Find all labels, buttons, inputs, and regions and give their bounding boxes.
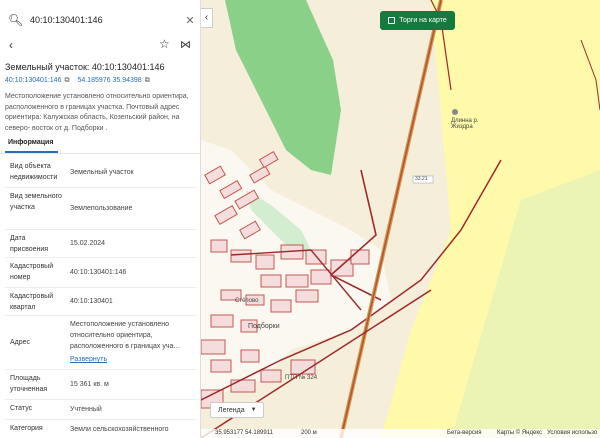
info-value: 40:10:130401 (70, 298, 113, 305)
info-value: Учтенный (70, 406, 102, 413)
info-panel: 🔍︎ ✕ ‹ ☆ ⋈ Земельный участок: 40:10:1304… (0, 0, 201, 438)
address-text: Местоположение установлено относительно … (70, 321, 181, 350)
expand-link[interactable]: Развернуть (70, 354, 107, 365)
village2-label: Стёпово (235, 298, 259, 304)
map-footer: 35.953177 54.189911 200 м Бета-версия Ка… (201, 429, 600, 438)
info-value: 15.02.2024 (70, 240, 106, 247)
legend-button[interactable]: Легенда ▼ (210, 402, 264, 418)
map-area[interactable]: Подборки Стёпово Длинна р. Жиздра 33.21 … (201, 0, 600, 438)
info-key: Вид земельного участка (10, 193, 62, 211)
info-row: Дата присвоения 15.02.2024 (5, 230, 197, 258)
back-icon[interactable]: ‹ (9, 38, 13, 52)
info-value: Местоположение установлено относительно … (65, 316, 197, 369)
tab-info[interactable]: Информация (8, 139, 53, 146)
torgi-label: Торги на карте (399, 17, 447, 24)
info-row: Кадастровый квартал 40:10:130401 (5, 288, 197, 316)
coords-link[interactable]: 54.185976 35.94398 (77, 77, 141, 84)
clear-icon[interactable]: ✕ (182, 14, 198, 27)
info-key: Адрес (10, 339, 31, 346)
tab-divider (0, 153, 200, 154)
legend-label: Легенда (218, 406, 245, 414)
info-value: Земельный участок (70, 169, 134, 176)
share-icon[interactable]: ⋈ (180, 38, 191, 51)
copy-coords-icon[interactable]: ⧉ (145, 77, 150, 84)
num-label: ПТП № 324 (285, 375, 318, 381)
info-row: Категория Земли сельскохозяйственного (5, 420, 197, 438)
panel-toolbar: ‹ ☆ ⋈ (0, 36, 200, 54)
star-icon[interactable]: ☆ (159, 37, 170, 51)
info-table: Вид объекта недвижимости Земельный участ… (5, 158, 197, 438)
poi-label: Длинна р. Жиздра (451, 118, 479, 130)
app: 🔍︎ ✕ ‹ ☆ ⋈ Земельный участок: 40:10:1304… (0, 0, 600, 438)
footer-terms[interactable]: Условия использо (547, 430, 597, 436)
info-row: Площадь уточненная 15 361 кв. м (5, 370, 197, 400)
footer-scale: 200 м (301, 430, 317, 436)
village-label: Подборки (248, 323, 280, 330)
info-key: Кадастровый квартал (10, 293, 54, 311)
search-bar: 🔍︎ ✕ (2, 8, 198, 32)
road-label: 33.21 (415, 176, 428, 182)
info-value: Земли сельскохозяйственного (70, 426, 169, 433)
info-row: Вид объекта недвижимости Земельный участ… (5, 158, 197, 188)
footer-beta[interactable]: Бета-версия (447, 430, 482, 436)
cadastral-link[interactable]: 40:10:130401:146 (5, 77, 61, 84)
map-canvas[interactable] (201, 0, 600, 438)
chevron-down-icon: ▼ (250, 407, 257, 413)
copy-icon[interactable]: ⧉ (64, 77, 69, 84)
info-key: Площадь уточненная (10, 375, 48, 393)
info-row: Кадастровый номер 40:10:130401:146 (5, 258, 197, 288)
info-value: 15 361 кв. м (70, 381, 109, 388)
info-row-address: Адрес Местоположение установлено относит… (5, 316, 197, 370)
parcel-title: Земельный участок: 40:10:130401:146 (5, 62, 165, 72)
info-key: Кадастровый номер (10, 263, 54, 281)
info-row: Статус Учтенный (5, 400, 197, 420)
info-key: Вид объекта недвижимости (10, 163, 58, 181)
collapse-panel-button[interactable]: ‹ (201, 8, 213, 28)
info-key: Статус (10, 405, 33, 412)
parcel-meta: 40:10:130401:146 ⧉ 54.185976 35.94398 ⧉ (5, 77, 158, 85)
info-row: Вид земельного участка Землепользование (5, 188, 197, 230)
checkbox-icon[interactable] (388, 17, 396, 24)
footer-yandex[interactable]: Карты © Яндекс (497, 430, 542, 436)
torgi-toggle[interactable]: Торги на карте (380, 11, 455, 30)
footer-coords: 35.953177 54.189911 (215, 430, 273, 436)
parcel-description: Местоположение установлено относительно … (5, 93, 189, 132)
info-key: Дата присвоения (10, 235, 49, 253)
info-key: Категория (10, 425, 43, 432)
search-icon[interactable]: 🔍︎ (8, 13, 26, 27)
search-input[interactable] (30, 15, 182, 25)
info-value: 40:10:130401:146 (70, 269, 127, 276)
info-value: Землепользование (70, 205, 133, 212)
